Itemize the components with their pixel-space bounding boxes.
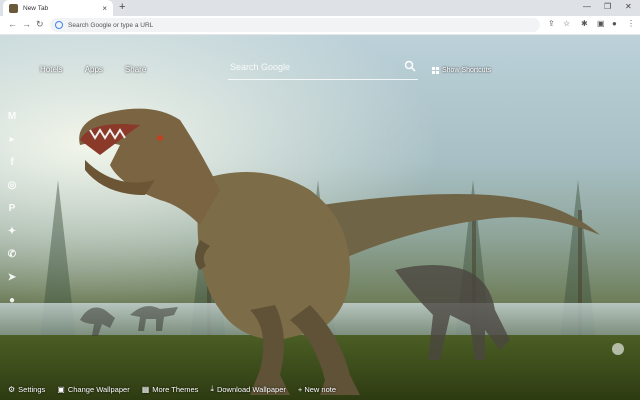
new-note-button[interactable]: + New note — [298, 385, 336, 394]
new-tab-button[interactable]: + — [119, 1, 125, 13]
instagram-icon[interactable]: ◎ — [4, 178, 20, 194]
reddit-icon[interactable]: ● — [4, 293, 20, 309]
show-shortcuts-label: Show Shortcuts — [442, 67, 492, 74]
reload-icon[interactable]: ↻ — [36, 19, 44, 30]
new-tab-page: Hotels Apps Share Show Shortcuts M ▶ f ◎… — [0, 35, 640, 400]
settings-label: Settings — [18, 384, 46, 394]
forward-icon[interactable]: → — [22, 19, 31, 29]
settings-button[interactable]: ⚙ Settings — [8, 385, 45, 394]
new-note-label: + New note — [297, 384, 337, 394]
close-window-icon[interactable]: ✕ — [625, 2, 632, 11]
profile-icon[interactable]: ● — [612, 19, 617, 28]
bookmark-star-icon[interactable]: ☆ — [563, 19, 570, 28]
side-panel-icon[interactable]: ▣ — [597, 19, 605, 28]
social-sidebar: M ▶ f ◎ P ✦ ✆ ➤ ● — [0, 109, 24, 309]
back-icon[interactable]: ← — [8, 19, 17, 29]
apps-link[interactable]: Apps — [85, 65, 103, 74]
top-links: Hotels Apps Share — [40, 65, 146, 74]
change-wallpaper-button[interactable]: ▣ Change Wallpaper — [57, 385, 129, 394]
google-icon — [55, 21, 63, 29]
download-wallpaper-button[interactable]: ⤓ Download Wallpaper — [210, 384, 285, 394]
search-box — [228, 59, 418, 80]
extensions-icon[interactable]: ✱ — [581, 19, 588, 28]
grid-icon: ▦ — [141, 384, 150, 394]
show-shortcuts-button[interactable]: Show Shortcuts — [432, 67, 491, 74]
telegram-icon[interactable]: ➤ — [4, 270, 20, 286]
search-icon[interactable] — [404, 60, 416, 72]
twitter-icon[interactable]: ✦ — [4, 224, 20, 240]
gear-icon: ⚙ — [8, 384, 16, 394]
tab-strip: New Tab × + — ❐ ✕ — [0, 0, 640, 16]
pinterest-icon[interactable]: P — [4, 201, 20, 217]
tab-title: New Tab — [23, 4, 49, 12]
menu-icon[interactable]: ⋮ — [627, 19, 635, 28]
more-themes-button[interactable]: ▦ More Themes — [142, 385, 199, 394]
search-input[interactable] — [228, 61, 402, 73]
share-icon[interactable]: ⇪ — [548, 19, 555, 28]
download-wallpaper-label: Download Wallpaper — [216, 384, 286, 394]
more-themes-label: More Themes — [152, 384, 199, 394]
hotels-link[interactable]: Hotels — [40, 65, 63, 74]
facebook-icon[interactable]: f — [4, 155, 20, 171]
youtube-icon[interactable]: ▶ — [4, 132, 20, 148]
download-icon: ⤓ — [210, 384, 214, 393]
whatsapp-icon[interactable]: ✆ — [4, 247, 20, 263]
t-rex-wallpaper-image — [79, 108, 600, 395]
tab-favicon-icon — [9, 3, 18, 13]
bottom-bar: ⚙ Settings ▣ Change Wallpaper ▦ More The… — [0, 378, 640, 400]
address-bar-placeholder: Search Google or type a URL — [68, 21, 154, 29]
maximize-icon[interactable]: ❐ — [604, 2, 611, 11]
change-wallpaper-label: Change Wallpaper — [67, 384, 130, 394]
minimize-icon[interactable]: — — [583, 2, 591, 11]
gmail-icon[interactable]: M — [4, 109, 20, 125]
address-bar[interactable]: Search Google or type a URL — [50, 18, 540, 32]
share-link[interactable]: Share — [125, 65, 146, 74]
grid-icon — [432, 67, 439, 74]
customize-icon[interactable] — [612, 343, 624, 355]
image-icon: ▣ — [57, 384, 65, 394]
browser-toolbar: ← → ↻ Search Google or type a URL ⇪ ☆ ✱ … — [0, 16, 640, 35]
tab-close-icon[interactable]: × — [102, 4, 107, 13]
tab-new-tab[interactable]: New Tab × — [3, 0, 113, 16]
